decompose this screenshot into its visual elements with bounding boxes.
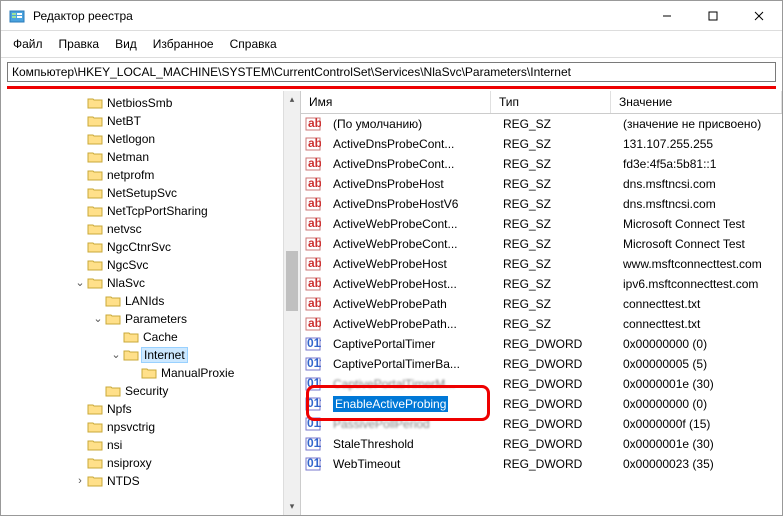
value-row[interactable]: abActiveDnsProbeCont...REG_SZ131.107.255… — [301, 134, 782, 154]
svg-text:ab: ab — [308, 177, 321, 190]
svg-text:011: 011 — [307, 397, 321, 410]
menubar: Файл Правка Вид Избранное Справка — [1, 31, 782, 58]
value-row[interactable]: 011EnableActiveProbingREG_DWORD0x0000000… — [301, 394, 782, 414]
svg-text:011: 011 — [307, 437, 321, 450]
menu-favorites[interactable]: Избранное — [147, 35, 220, 53]
tree-item[interactable]: nsi — [1, 435, 300, 453]
svg-text:ab: ab — [308, 217, 321, 230]
tree-item[interactable]: ⌄NlaSvc — [1, 273, 300, 291]
maximize-button[interactable] — [690, 1, 736, 31]
value-row[interactable]: abActiveWebProbeCont...REG_SZMicrosoft C… — [301, 234, 782, 254]
svg-text:ab: ab — [308, 237, 321, 250]
tree-scrollbar[interactable]: ▴ ▾ — [283, 91, 300, 515]
svg-text:ab: ab — [308, 197, 321, 210]
value-row[interactable]: abActiveWebProbePath...REG_SZconnecttest… — [301, 314, 782, 334]
tree-item[interactable]: Npfs — [1, 399, 300, 417]
tree-panel[interactable]: NetbiosSmbNetBTNetlogonNetmannetprofmNet… — [1, 91, 301, 515]
annotation-underline — [7, 86, 776, 89]
menu-view[interactable]: Вид — [109, 35, 143, 53]
minimize-button[interactable] — [644, 1, 690, 31]
titlebar: Редактор реестра — [1, 1, 782, 31]
tree-item[interactable]: ManualProxie — [1, 363, 300, 381]
svg-text:ab: ab — [308, 297, 321, 310]
value-row[interactable]: 011PassivePollPeriodREG_DWORD0x0000000f … — [301, 414, 782, 434]
tree-item[interactable]: Security — [1, 381, 300, 399]
tree-item[interactable]: nsiproxy — [1, 453, 300, 471]
menu-help[interactable]: Справка — [224, 35, 283, 53]
tree-item[interactable]: Netlogon — [1, 129, 300, 147]
col-value[interactable]: Значение — [611, 91, 782, 113]
menu-file[interactable]: Файл — [7, 35, 49, 53]
tree-item[interactable]: NetTcpPortSharing — [1, 201, 300, 219]
tree-item[interactable]: ›NTDS — [1, 471, 300, 489]
svg-text:ab: ab — [308, 277, 321, 290]
value-row[interactable]: 011CaptivePortalTimerREG_DWORD0x00000000… — [301, 334, 782, 354]
tree-item[interactable]: netvsc — [1, 219, 300, 237]
value-row[interactable]: abActiveWebProbeHostREG_SZwww.msftconnec… — [301, 254, 782, 274]
svg-text:011: 011 — [307, 357, 321, 370]
svg-text:011: 011 — [307, 457, 321, 470]
tree-item[interactable]: LANIds — [1, 291, 300, 309]
svg-text:011: 011 — [307, 337, 321, 350]
col-type[interactable]: Тип — [491, 91, 611, 113]
value-row[interactable]: abActiveDnsProbeHostV6REG_SZdns.msftncsi… — [301, 194, 782, 214]
value-row[interactable]: ab(По умолчанию)REG_SZ(значение не присв… — [301, 114, 782, 134]
tree-item[interactable]: ⌄Parameters — [1, 309, 300, 327]
close-button[interactable] — [736, 1, 782, 31]
tree-item[interactable]: NetbiosSmb — [1, 93, 300, 111]
regedit-icon — [9, 8, 25, 24]
tree-item[interactable]: NgcCtnrSvc — [1, 237, 300, 255]
svg-text:011: 011 — [307, 377, 321, 390]
value-row[interactable]: abActiveDnsProbeHostREG_SZdns.msftncsi.c… — [301, 174, 782, 194]
value-row[interactable]: abActiveDnsProbeCont...REG_SZfd3e:4f5a:5… — [301, 154, 782, 174]
value-row[interactable]: 011WebTimeoutREG_DWORD0x00000023 (35) — [301, 454, 782, 474]
tree-item[interactable]: npsvctrig — [1, 417, 300, 435]
column-headers: Имя Тип Значение — [301, 91, 782, 114]
address-bar — [1, 58, 782, 86]
value-row[interactable]: abActiveWebProbePathREG_SZconnecttest.tx… — [301, 294, 782, 314]
address-input[interactable] — [7, 62, 776, 82]
tree-item[interactable]: netprofm — [1, 165, 300, 183]
value-row[interactable]: 011StaleThresholdREG_DWORD0x0000001e (30… — [301, 434, 782, 454]
svg-text:ab: ab — [308, 117, 321, 130]
svg-text:ab: ab — [308, 137, 321, 150]
svg-text:ab: ab — [308, 317, 321, 330]
tree-item[interactable]: NetBT — [1, 111, 300, 129]
svg-text:ab: ab — [308, 257, 321, 270]
value-row[interactable]: 011CaptivePortalTimerM...REG_DWORD0x0000… — [301, 374, 782, 394]
svg-text:ab: ab — [308, 157, 321, 170]
window-title: Редактор реестра — [33, 9, 644, 23]
tree-item[interactable]: NetSetupSvc — [1, 183, 300, 201]
tree-item[interactable]: NgcSvc — [1, 255, 300, 273]
tree-item[interactable]: ⌄Internet — [1, 345, 300, 363]
value-row[interactable]: abActiveWebProbeHost...REG_SZipv6.msftco… — [301, 274, 782, 294]
value-row[interactable]: 011CaptivePortalTimerBa...REG_DWORD0x000… — [301, 354, 782, 374]
values-panel[interactable]: Имя Тип Значение ab(По умолчанию)REG_SZ(… — [301, 91, 782, 515]
col-name[interactable]: Имя — [301, 91, 491, 113]
tree-item[interactable]: Netman — [1, 147, 300, 165]
value-row[interactable]: abActiveWebProbeCont...REG_SZMicrosoft C… — [301, 214, 782, 234]
menu-edit[interactable]: Правка — [53, 35, 106, 53]
svg-text:011: 011 — [307, 417, 321, 430]
tree-item[interactable]: Cache — [1, 327, 300, 345]
